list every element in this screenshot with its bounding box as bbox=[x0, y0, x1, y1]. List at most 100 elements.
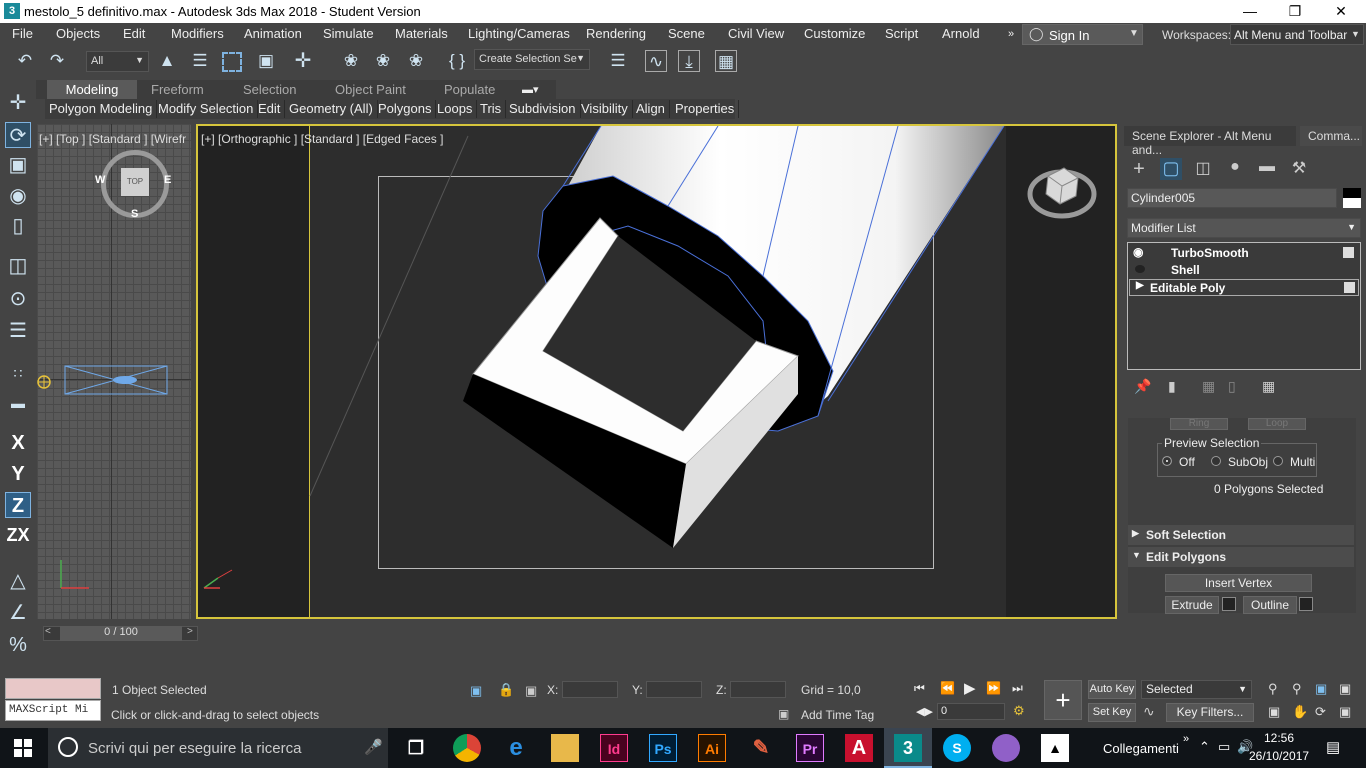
3dsmax-icon[interactable]: 3 bbox=[894, 734, 922, 762]
viewport-top-label[interactable]: [+] [Top ] [Standard ] [Wirefr bbox=[39, 132, 186, 146]
clock-date[interactable]: 26/10/2017 bbox=[1249, 749, 1309, 763]
configure-sets-icon[interactable]: ▦ bbox=[1262, 378, 1275, 395]
display-tab-icon[interactable]: ▬ bbox=[1256, 158, 1278, 180]
illustrator-icon[interactable]: Ai bbox=[698, 734, 726, 762]
tab-modeling[interactable]: Modeling bbox=[47, 80, 137, 99]
time-config-icon[interactable]: ⚙ bbox=[1013, 703, 1025, 719]
selection-filter-dropdown[interactable]: All ▼ bbox=[86, 51, 149, 72]
zoom-all-icon[interactable]: ⚲ bbox=[1292, 681, 1302, 697]
rectangular-selection-icon[interactable] bbox=[222, 52, 242, 72]
ribbon-options-icon[interactable]: ▬▾ bbox=[522, 83, 539, 96]
constraint-x-button[interactable]: X bbox=[5, 430, 31, 456]
tab-selection[interactable]: Selection bbox=[235, 80, 304, 99]
set-key-button[interactable]: Set Key bbox=[1088, 703, 1136, 722]
make-unique-icon[interactable]: ▦ bbox=[1202, 378, 1215, 395]
notification-center-icon[interactable]: ▤ bbox=[1326, 738, 1340, 756]
window-crossing-icon[interactable]: ▣ bbox=[255, 50, 277, 72]
menu-materials[interactable]: Materials bbox=[395, 26, 448, 41]
scale-icon[interactable]: ▣ bbox=[5, 152, 31, 178]
ribbon-subdivision[interactable]: Subdivision bbox=[505, 100, 581, 118]
maximize-icon[interactable]: ❐ bbox=[1285, 2, 1305, 20]
extrude-button[interactable]: Extrude bbox=[1165, 596, 1219, 614]
show-hidden-icons-icon[interactable]: ⌃ bbox=[1199, 739, 1210, 755]
field-of-view-icon[interactable]: ▣ bbox=[1268, 704, 1280, 720]
chrome-icon[interactable] bbox=[453, 734, 481, 762]
paint-app-icon[interactable]: ✎ bbox=[747, 734, 775, 762]
tab-object-paint[interactable]: Object Paint bbox=[327, 80, 414, 99]
edit-polygons-rollout[interactable]: ▼ Edit Polygons bbox=[1128, 547, 1354, 567]
links-toolbar-label[interactable]: Collegamenti bbox=[1103, 741, 1179, 756]
zoom-icon[interactable]: ⚲ bbox=[1268, 681, 1278, 697]
file-explorer-icon[interactable] bbox=[551, 734, 579, 762]
snap-toggle-icon[interactable]: △ bbox=[5, 568, 31, 594]
time-slider-prev-icon[interactable]: < bbox=[45, 626, 51, 637]
toggle-box-icon[interactable] bbox=[1343, 247, 1354, 258]
stack-item-shell[interactable]: Shell bbox=[1129, 262, 1359, 279]
loop-button[interactable]: Loop bbox=[1248, 418, 1306, 430]
menu-file[interactable]: File bbox=[12, 26, 33, 41]
percent-snap-icon[interactable]: ❀ bbox=[405, 50, 427, 72]
menu-simulate[interactable]: Simulate bbox=[323, 26, 374, 41]
ribbon-polygon-modeling[interactable]: Polygon Modeling bbox=[45, 100, 158, 118]
key-selection-dropdown[interactable]: Selected ▼ bbox=[1141, 680, 1252, 699]
go-to-end-icon[interactable]: ⏭ bbox=[1012, 681, 1023, 696]
eye-icon[interactable]: ◉ bbox=[1133, 245, 1143, 259]
preview-subobj-radio[interactable] bbox=[1211, 456, 1221, 466]
create-tab-icon[interactable]: + bbox=[1128, 158, 1150, 180]
menu-objects[interactable]: Objects bbox=[56, 26, 100, 41]
orbit-icon[interactable]: ⟳ bbox=[1315, 704, 1326, 720]
z-coord-field[interactable] bbox=[730, 681, 786, 698]
move-icon[interactable]: ✛ bbox=[292, 50, 314, 72]
x-coord-field[interactable] bbox=[562, 681, 618, 698]
time-tag-icon[interactable]: ▣ bbox=[778, 707, 789, 721]
indesign-icon[interactable]: Id bbox=[600, 734, 628, 762]
ribbon-properties[interactable]: Properties bbox=[671, 100, 740, 118]
skype-icon[interactable]: S bbox=[943, 734, 971, 762]
maximize-viewport-icon[interactable]: ▣ bbox=[1339, 704, 1351, 720]
modifier-list-dropdown[interactable]: Modifier List ▼ bbox=[1127, 218, 1361, 238]
angle-snap-toggle-icon[interactable]: ∠ bbox=[5, 600, 31, 626]
rotate-icon[interactable]: ⟳ bbox=[5, 122, 31, 148]
show-end-result-icon[interactable]: ▮ bbox=[1168, 378, 1176, 395]
zoom-extents-all-icon[interactable]: ▣ bbox=[1339, 681, 1351, 697]
tab-populate[interactable]: Populate bbox=[436, 80, 503, 99]
hierarchy-tab-icon[interactable]: ◫ bbox=[1192, 158, 1214, 180]
time-slider-thumb[interactable]: 0 / 100 bbox=[60, 626, 182, 641]
current-frame-field[interactable]: 0 bbox=[937, 703, 1005, 720]
ribbon-geometry-all[interactable]: Geometry (All) bbox=[285, 100, 378, 118]
menu-modifiers[interactable]: Modifiers bbox=[171, 26, 224, 41]
snap-icon[interactable]: ❀ bbox=[340, 50, 362, 72]
modify-tab-icon[interactable]: ▢ bbox=[1160, 158, 1182, 180]
angle-snap-icon[interactable]: ❀ bbox=[372, 50, 394, 72]
ribbon-align[interactable]: Align bbox=[632, 100, 670, 118]
object-color-swatch[interactable] bbox=[1343, 188, 1361, 208]
layers-icon[interactable]: ☰ bbox=[607, 50, 629, 72]
constraint-zx-button[interactable]: ZX bbox=[5, 522, 31, 548]
windows-start-icon[interactable] bbox=[14, 739, 32, 757]
next-frame-icon[interactable]: ⏩ bbox=[986, 681, 1001, 695]
constraint-z-button[interactable]: Z bbox=[5, 492, 31, 518]
app-icon[interactable] bbox=[992, 734, 1020, 762]
menu-edit[interactable]: Edit bbox=[123, 26, 145, 41]
sign-in-button[interactable]: ◯ Sign In ▼ bbox=[1022, 24, 1143, 45]
taskbar-search-box[interactable]: Scrivi qui per eseguire la ricerca 🎤 bbox=[48, 728, 388, 768]
move-icon[interactable]: ✛ bbox=[5, 90, 31, 116]
edit-named-selection-icon[interactable]: { } bbox=[446, 50, 468, 72]
tab-scene-explorer[interactable]: Scene Explorer - Alt Menu and... bbox=[1124, 126, 1296, 157]
set-key-icon[interactable]: + bbox=[1044, 680, 1082, 720]
tab-freeform[interactable]: Freeform bbox=[143, 80, 212, 99]
mirror-icon[interactable]: ◫ bbox=[5, 253, 31, 279]
place-icon[interactable]: ◉ bbox=[5, 183, 31, 209]
workspaces-dropdown[interactable]: Alt Menu and Toolbar ▼ bbox=[1230, 24, 1364, 45]
menu-script[interactable]: Script bbox=[885, 26, 918, 41]
ribbon-edit[interactable]: Edit bbox=[254, 100, 286, 118]
select-by-name-icon[interactable]: ☰ bbox=[189, 50, 211, 72]
ribbon-loops[interactable]: Loops bbox=[433, 100, 478, 118]
maxscript-mini-listener[interactable]: MAXScript Mi bbox=[5, 700, 101, 721]
object-name-field[interactable]: Cylinder005 bbox=[1127, 188, 1337, 208]
viewport-orthographic[interactable]: [+] [Orthographic ] [Standard ] [Edged F… bbox=[196, 124, 1117, 619]
maxscript-listener-pink[interactable] bbox=[5, 678, 101, 699]
viewcube-icon[interactable] bbox=[1024, 156, 1104, 226]
stack-item-turbosmooth[interactable]: ◉ TurboSmooth bbox=[1129, 245, 1359, 262]
autocad-icon[interactable]: A bbox=[845, 734, 873, 762]
